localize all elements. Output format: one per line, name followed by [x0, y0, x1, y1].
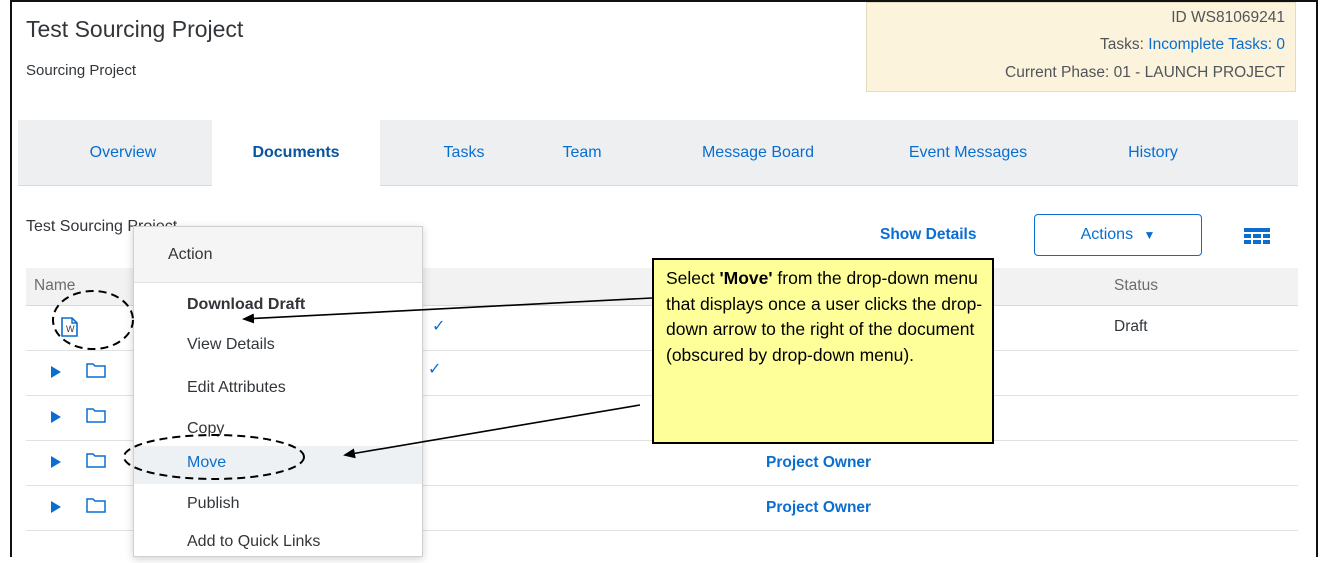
callout-arrow-to-move [343, 404, 641, 459]
annotation-overlay [52, 290, 653, 480]
highlight-ellipse-document [52, 290, 134, 350]
highlight-ellipse-move [123, 434, 305, 480]
callout-arrow-to-document [242, 297, 653, 324]
